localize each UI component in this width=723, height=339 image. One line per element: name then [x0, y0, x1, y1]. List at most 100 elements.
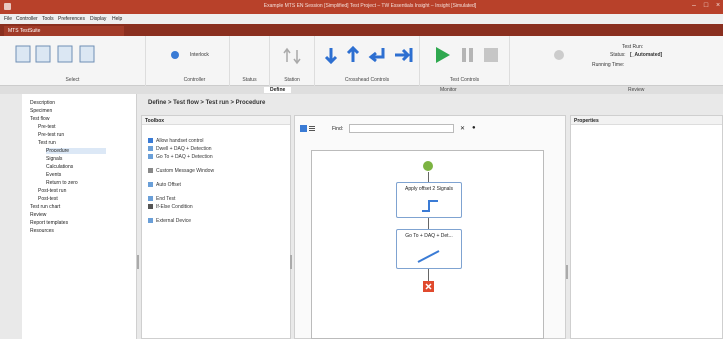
station-icon[interactable]	[282, 46, 302, 66]
tree-item-calculations[interactable]: Calculations	[46, 164, 73, 170]
toolbox-item[interactable]: Dwell + DAQ + Detection	[148, 146, 212, 152]
refresh-icon	[171, 51, 179, 59]
message-icon	[148, 168, 153, 174]
minimize-button[interactable]: –	[690, 2, 698, 10]
ribbon-group-select: Select	[0, 36, 146, 86]
tab-define[interactable]: Define	[264, 87, 292, 93]
testrun-label: Test Run:	[622, 44, 644, 50]
menu-file[interactable]: File	[4, 16, 12, 22]
title-bar: Example MTS EN Session [Simplified] Test…	[0, 0, 723, 14]
app-tab-bar: MTS TestSuite	[0, 24, 723, 36]
status-text-label: Status:	[610, 52, 626, 58]
start-icon	[423, 161, 433, 171]
running-time-label: Running Time:	[592, 62, 625, 68]
flow-connector	[428, 218, 429, 229]
goto-icon	[148, 154, 153, 160]
controller-button[interactable]	[170, 50, 180, 62]
toolbox-panel: Toolbox Allow handset control Dwell + DA…	[141, 115, 291, 339]
toolbox-item[interactable]: If-Else Condition	[148, 204, 193, 210]
status-value: [_Automated]	[630, 52, 663, 58]
maximize-button[interactable]: □	[702, 2, 710, 10]
breadcrumb: Define > Test flow > Test run > Procedur…	[148, 100, 266, 106]
ribbon-group-crosshead: Crosshead Controls	[315, 36, 420, 86]
ribbon-group-testrun: Test Run: Status: [_Automated] Running T…	[510, 36, 723, 86]
canvas-splitter[interactable]	[566, 265, 568, 279]
app-tab-label: MTS TestSuite	[8, 28, 41, 34]
navigation-tree: Description Specimen Test flow Pre-test …	[22, 94, 137, 339]
find-label: Find:	[332, 126, 344, 132]
flow-node-goto-daq[interactable]: Go To + DAQ + Det...	[396, 229, 462, 269]
toolbox-item[interactable]: End Test	[148, 196, 175, 202]
test-control-icons[interactable]	[432, 44, 502, 66]
properties-panel: Properties	[570, 115, 723, 339]
app-tab[interactable]: MTS TestSuite	[4, 26, 124, 36]
flow-connector	[428, 172, 429, 182]
tree-item-specimen[interactable]: Specimen	[30, 108, 52, 114]
toolbox-splitter[interactable]	[290, 255, 292, 269]
flow-connector	[428, 269, 429, 281]
ribbon-group-status: Status	[230, 36, 270, 86]
left-splitter[interactable]	[137, 255, 139, 269]
handset-icon	[148, 138, 153, 144]
controller-group-label: Controller	[183, 77, 206, 83]
tree-item-procedure[interactable]: Procedure	[46, 148, 106, 154]
tree-item-return-to-zero[interactable]: Return to zero	[46, 180, 78, 186]
flow-node-label: Apply offset 2 Signals	[405, 186, 453, 192]
tree-item-test-run-chart[interactable]: Test run chart	[30, 204, 60, 210]
tree-item-pre-test[interactable]: Pre-test	[38, 124, 56, 130]
tree-item-post-test-run[interactable]: Post-test run	[38, 188, 66, 194]
tab-review[interactable]: Review	[628, 87, 644, 93]
toolbox-item[interactable]: Custom Message Window	[148, 168, 214, 174]
station-group-label: Station	[284, 77, 300, 83]
ribbon-group-station: Station	[270, 36, 315, 86]
menu-help[interactable]: Help	[112, 16, 122, 22]
tree-item-pre-test-run[interactable]: Pre-test run	[38, 132, 64, 138]
menu-tools[interactable]: Tools	[42, 16, 54, 22]
gear-icon[interactable]	[552, 48, 566, 62]
app-icon	[4, 3, 11, 10]
crosshead-icons[interactable]	[321, 44, 416, 66]
properties-header: Properties	[571, 116, 722, 125]
tree-item-description[interactable]: Description	[30, 100, 55, 106]
find-next-button[interactable]: ●	[472, 125, 476, 131]
toolbox-item[interactable]: Auto Offset	[148, 182, 181, 188]
menu-preferences[interactable]: Preferences	[58, 16, 85, 22]
interlock-label: Interlock	[190, 52, 209, 58]
menu-controller[interactable]: Controller	[16, 16, 38, 22]
step-signal-icon	[422, 200, 438, 212]
if-else-icon	[148, 204, 153, 210]
toolbox-item[interactable]: Allow handset control	[148, 138, 204, 144]
tab-monitor[interactable]: Monitor	[440, 87, 457, 93]
tree-item-signals[interactable]: Signals	[46, 156, 62, 162]
status-group-label[interactable]: Status	[230, 77, 269, 83]
tree-item-events[interactable]: Events	[46, 172, 61, 178]
tree-item-resources[interactable]: Resources	[30, 228, 54, 234]
file-icons[interactable]	[14, 44, 114, 66]
menu-bar: File Controller Tools Preferences Displa…	[0, 14, 723, 24]
ramp-signal-icon	[417, 250, 440, 263]
external-device-icon	[148, 218, 153, 224]
find-input[interactable]	[349, 124, 454, 133]
tree-item-report-templates[interactable]: Report templates	[30, 220, 68, 226]
toolbox-header: Toolbox	[142, 116, 290, 125]
menu-display[interactable]: Display	[90, 16, 106, 22]
window-title: Example MTS EN Session [Simplified] Test…	[263, 3, 477, 9]
dwell-icon	[148, 146, 153, 152]
find-prev-button[interactable]: ✕	[460, 125, 465, 132]
tree-item-post-test[interactable]: Post-test	[38, 196, 58, 202]
tree-item-test-flow[interactable]: Test flow	[30, 116, 49, 122]
tree-item-review[interactable]: Review	[30, 212, 46, 218]
select-group-label: Select	[65, 77, 80, 83]
section-tabs: Define Monitor Review	[0, 86, 723, 94]
close-button[interactable]: ×	[714, 2, 722, 10]
ribbon-group-controller: Interlock Controller	[160, 36, 230, 86]
view-toggle-icons[interactable]	[300, 124, 316, 134]
toolbox-item[interactable]: External Device	[148, 218, 191, 224]
ribbon-group-test-controls: Test Controls	[420, 36, 510, 86]
toolbox-item[interactable]: Go To + DAQ + Detection	[148, 154, 213, 160]
flow-node-apply-offset[interactable]: Apply offset 2 Signals	[396, 182, 462, 218]
tree-item-test-run[interactable]: Test run	[38, 140, 56, 146]
flow-node-label: Go To + DAQ + Det...	[405, 233, 453, 239]
end-icon	[423, 281, 434, 292]
ribbon: Select Interlock Controller Status Stati…	[0, 36, 723, 86]
